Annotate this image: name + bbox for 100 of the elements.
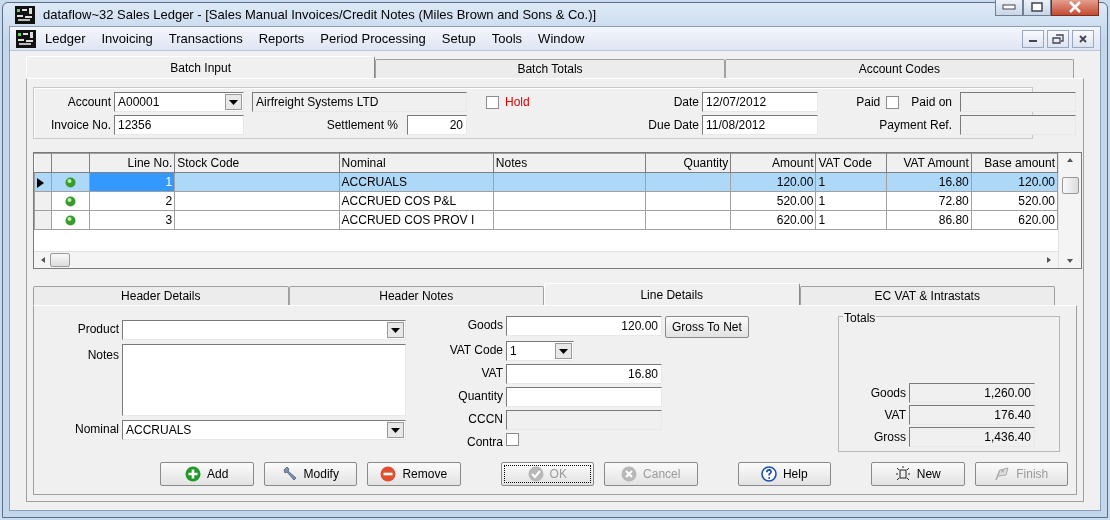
paid-on-field[interactable] bbox=[960, 92, 1076, 112]
checkbox[interactable] bbox=[506, 433, 519, 446]
field-label: Quantity bbox=[457, 388, 504, 405]
menu-item[interactable]: Period Processing bbox=[313, 27, 433, 50]
table-cell: 1 bbox=[815, 210, 887, 230]
scroll-thumb[interactable] bbox=[1061, 177, 1079, 194]
tab[interactable]: Batch Totals bbox=[375, 59, 725, 78]
column-header[interactable]: Notes bbox=[493, 153, 646, 173]
column-header[interactable]: Base amount bbox=[971, 153, 1058, 173]
document-icon bbox=[16, 29, 36, 48]
wrench-icon bbox=[281, 466, 298, 482]
table-cell: 86.80 bbox=[886, 210, 972, 230]
flag-icon bbox=[994, 466, 1011, 482]
input-field[interactable]: 20 bbox=[407, 115, 467, 135]
tab[interactable]: Header Notes bbox=[288, 286, 544, 305]
field-label: Contra bbox=[465, 434, 504, 451]
field-label: Goods bbox=[466, 317, 504, 334]
cccn-field[interactable] bbox=[506, 410, 662, 430]
field-label: Date bbox=[672, 94, 700, 111]
tab[interactable]: Account Codes bbox=[724, 59, 1074, 78]
dropdown-field[interactable]: ACCRUALS bbox=[122, 420, 406, 440]
input-field[interactable]: 12/07/2012 bbox=[702, 92, 818, 112]
restore-icon bbox=[1052, 33, 1064, 44]
action-button[interactable]: Add bbox=[160, 462, 254, 486]
table-cell: 3 bbox=[89, 210, 175, 230]
close-button[interactable] bbox=[1072, 29, 1094, 48]
column-header[interactable]: VAT Amount bbox=[886, 153, 972, 173]
action-button[interactable]: Modify bbox=[263, 462, 357, 486]
dropdown-arrow-icon bbox=[559, 348, 568, 354]
close-button[interactable] bbox=[1051, 0, 1099, 16]
scroll-right-icon[interactable] bbox=[1046, 256, 1052, 264]
tab[interactable]: EC VAT & Intrastats bbox=[799, 286, 1055, 305]
input-field[interactable] bbox=[506, 387, 662, 407]
table-cell: 520.00 bbox=[971, 191, 1058, 211]
scroll-up-icon[interactable] bbox=[1066, 157, 1074, 163]
maximize-button[interactable] bbox=[1023, 0, 1051, 16]
menu-item[interactable]: Tools bbox=[484, 27, 530, 50]
notes-field[interactable] bbox=[122, 344, 406, 416]
maximize-icon bbox=[1031, 1, 1043, 12]
menu-item[interactable]: Window bbox=[531, 27, 592, 50]
field-label: Gross bbox=[873, 429, 907, 446]
table-cell: ACCRUED COS P&L bbox=[339, 191, 494, 211]
field-label: Due Date bbox=[647, 117, 700, 134]
dropdown-field[interactable]: A00001 bbox=[114, 92, 244, 112]
check-icon bbox=[527, 466, 544, 482]
column-header[interactable]: Nominal bbox=[339, 153, 494, 173]
action-button[interactable]: Remove bbox=[367, 462, 461, 486]
table-cell: 620.00 bbox=[971, 210, 1058, 230]
table-cell: ACCRUED COS PROV I bbox=[339, 210, 494, 230]
field-label: Goods bbox=[869, 385, 907, 402]
restore-button[interactable] bbox=[1047, 29, 1069, 48]
dropdown-field[interactable]: 1 bbox=[506, 341, 574, 361]
input-field[interactable]: 11/08/2012 bbox=[702, 115, 818, 135]
menu-item[interactable]: Setup bbox=[434, 27, 483, 50]
action-button[interactable]: New bbox=[871, 462, 965, 486]
input-field[interactable]: 120.00 bbox=[506, 316, 662, 336]
vertical-scrollbar[interactable] bbox=[1058, 153, 1081, 268]
dropdown-field[interactable] bbox=[122, 320, 406, 340]
close-icon bbox=[1068, 0, 1082, 13]
plus-icon bbox=[185, 466, 202, 482]
input-field[interactable]: 12356 bbox=[114, 115, 244, 135]
menu-item[interactable]: Invoicing bbox=[94, 27, 160, 50]
account-name-field: Airfreight Systems LTD bbox=[252, 92, 467, 112]
menu-item[interactable]: Transactions bbox=[161, 27, 250, 50]
checkbox[interactable] bbox=[886, 95, 900, 109]
table-cell: 2 bbox=[89, 191, 175, 211]
menu-item[interactable]: Ledger bbox=[38, 27, 93, 50]
scroll-down-icon[interactable] bbox=[1066, 258, 1074, 264]
column-header[interactable]: VAT Code bbox=[815, 153, 887, 173]
column-header[interactable]: Amount bbox=[730, 153, 816, 173]
minimize-button[interactable] bbox=[995, 0, 1023, 16]
dropdown-arrow-icon bbox=[229, 99, 238, 105]
column-header[interactable]: Quantity bbox=[645, 153, 731, 173]
checkbox-label: Paid bbox=[856, 94, 881, 111]
table-cell: 520.00 bbox=[730, 191, 816, 211]
tab[interactable]: Header Details bbox=[33, 286, 289, 305]
minimize-icon bbox=[1002, 3, 1016, 10]
status-dot-icon bbox=[65, 215, 77, 227]
checkbox[interactable] bbox=[486, 95, 499, 109]
close-icon bbox=[1078, 33, 1088, 44]
input-field[interactable]: 16.80 bbox=[506, 364, 662, 384]
tab[interactable]: Line Details bbox=[544, 283, 800, 305]
payment-ref-field[interactable] bbox=[960, 115, 1076, 135]
field-label: Nominal bbox=[74, 421, 120, 438]
field-label: Payment Ref. bbox=[878, 117, 953, 134]
sparkle-icon bbox=[894, 466, 911, 482]
column-header[interactable]: Line No. bbox=[89, 153, 175, 173]
field-label: Account bbox=[66, 94, 112, 111]
horizontal-scrollbar[interactable] bbox=[34, 251, 1058, 268]
scroll-left-icon[interactable] bbox=[40, 256, 46, 264]
tab[interactable]: Batch Input bbox=[26, 56, 376, 78]
menu-item[interactable]: Reports bbox=[251, 27, 312, 50]
field-label: VAT bbox=[883, 407, 907, 424]
scroll-thumb[interactable] bbox=[50, 253, 70, 267]
app-icon bbox=[15, 5, 35, 24]
gross-to-net-button[interactable]: Gross To Net bbox=[665, 316, 749, 338]
field-label: Invoice No. bbox=[49, 117, 112, 134]
minimize-button[interactable] bbox=[1022, 29, 1044, 48]
column-header[interactable]: Stock Code bbox=[174, 153, 340, 173]
action-button[interactable]: Help bbox=[737, 462, 831, 486]
